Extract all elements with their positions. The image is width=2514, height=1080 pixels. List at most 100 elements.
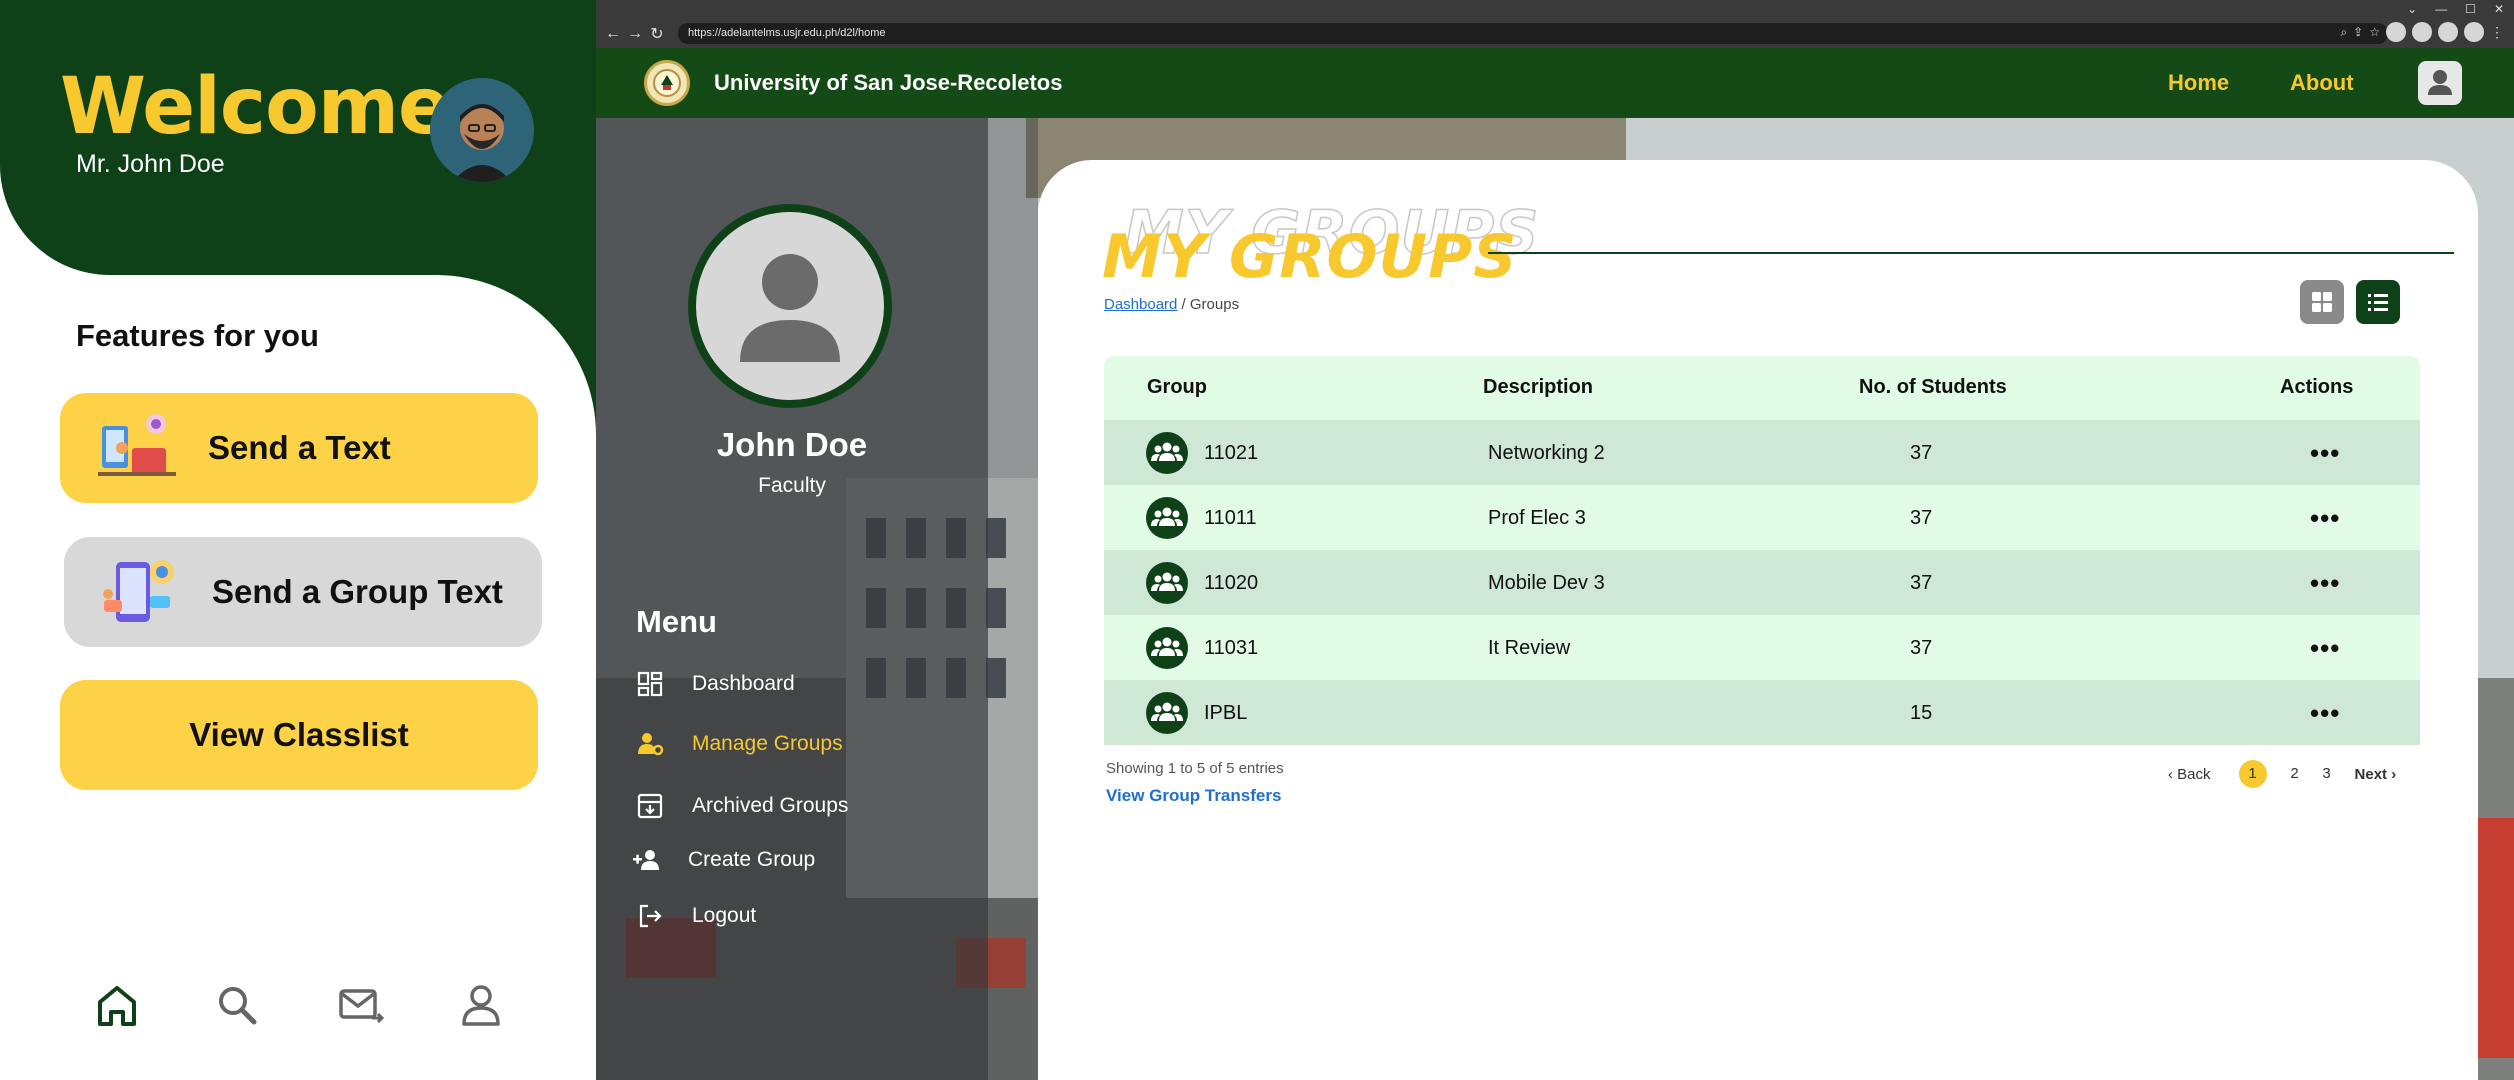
pagination-next[interactable]: Next › (2355, 766, 2397, 783)
address-bar: ← → ↻ https://adelantelms.usjr.edu.ph/d2… (596, 20, 2514, 48)
user-greeting: Mr. John Doe (76, 150, 225, 178)
user-icon (2428, 70, 2452, 95)
menu-item-manage-groups[interactable]: Manage Groups (636, 730, 843, 758)
table-row[interactable]: 11021 Networking 2 37 ••• (1104, 420, 2420, 485)
zoom-icon[interactable]: ⌕ (2340, 25, 2347, 40)
maximize-icon[interactable]: ☐ (2465, 2, 2476, 16)
column-header-description[interactable]: Description (1483, 376, 1593, 399)
star-icon[interactable]: ☆ (2369, 25, 2380, 39)
page-title: MY GROUPS (1102, 222, 1518, 292)
browser-toolbar: ⌕ ⇪ ☆ ⋮ (2340, 22, 2504, 42)
group-code: 11011 (1204, 507, 1257, 529)
more-menu-icon[interactable]: ⋮ (2490, 24, 2504, 41)
view-classlist-button[interactable]: View Classlist (60, 680, 538, 790)
group-description: It Review (1488, 637, 1571, 659)
extension-icon[interactable] (2464, 22, 2484, 42)
row-actions-button[interactable]: ••• (2310, 438, 2340, 469)
group-icon (1146, 627, 1188, 669)
view-classlist-label: View Classlist (189, 716, 409, 753)
list-icon (2368, 294, 2388, 311)
table-row[interactable]: IPBL 15 ••• (1104, 680, 2420, 745)
menu-item-dashboard[interactable]: Dashboard (636, 670, 795, 698)
search-icon[interactable] (212, 980, 262, 1030)
menu-item-logout[interactable]: Logout (636, 902, 756, 930)
mail-icon[interactable] (336, 980, 386, 1030)
nav-about-link[interactable]: About (2290, 70, 2354, 96)
share-icon[interactable]: ⇪ (2353, 25, 2363, 39)
list-view-button[interactable] (2356, 280, 2400, 324)
profile-icon[interactable] (456, 980, 506, 1030)
sidebar: John Doe Faculty Menu Dashboard Manage G… (596, 118, 988, 1080)
minimize-icon[interactable]: — (2435, 2, 2447, 16)
column-header-group[interactable]: Group (1147, 376, 1207, 399)
avatar-illustration (430, 78, 534, 182)
breadcrumb-dashboard-link[interactable]: Dashboard (1104, 296, 1177, 313)
home-icon[interactable] (92, 980, 142, 1030)
menu-item-archived-groups[interactable]: Archived Groups (636, 792, 848, 820)
dashboard-icon (636, 670, 664, 698)
row-actions-button[interactable]: ••• (2310, 503, 2340, 534)
extension-icon[interactable] (2412, 22, 2432, 42)
university-logo[interactable] (644, 60, 690, 106)
table-row[interactable]: 11020 Mobile Dev 3 37 ••• (1104, 550, 2420, 615)
avatar[interactable] (430, 78, 534, 182)
group-icon (1146, 432, 1188, 474)
send-group-text-label: Send a Group Text (212, 573, 503, 610)
group-icon (1146, 562, 1188, 604)
send-group-text-button[interactable]: Send a Group Text (64, 537, 542, 647)
nav-home-link[interactable]: Home (2168, 70, 2229, 96)
send-group-text-icon (100, 554, 184, 630)
view-group-transfers-link[interactable]: View Group Transfers (1106, 786, 1281, 806)
table-header: Group Description No. of Students Action… (1104, 356, 2420, 420)
page-number[interactable]: 2 (2281, 760, 2309, 788)
browser-window: ⌄ — ☐ ✕ ← → ↻ https://adelantelms.usjr.e… (596, 0, 2514, 1080)
page-number[interactable]: 3 (2313, 760, 2341, 788)
breadcrumb: Dashboard / Groups (1104, 296, 1239, 313)
person-placeholder-icon (740, 254, 840, 362)
menu-title: Menu (636, 604, 717, 639)
student-count: 37 (1910, 442, 1933, 464)
menu-item-label: Manage Groups (692, 732, 843, 755)
menu-item-label: Logout (692, 904, 757, 927)
university-name[interactable]: University of San Jose-Recoletos (714, 70, 1062, 96)
site-header: University of San Jose-Recoletos Home Ab… (596, 48, 2514, 118)
row-actions-button[interactable]: ••• (2310, 633, 2340, 664)
group-code: 11020 (1204, 572, 1259, 594)
pagination-back[interactable]: ‹ Back (2168, 766, 2211, 783)
table-row[interactable]: 11011 Prof Elec 3 37 ••• (1104, 485, 2420, 550)
student-count: 15 (1910, 702, 1933, 724)
features-title: Features for you (76, 318, 319, 353)
grid-view-button[interactable] (2300, 280, 2344, 324)
back-arrow-icon[interactable]: ← (602, 25, 624, 43)
table-row[interactable]: 11031 It Review 37 ••• (1104, 615, 2420, 680)
forward-arrow-icon[interactable]: → (624, 25, 646, 43)
send-text-button[interactable]: Send a Text (60, 393, 538, 503)
menu-item-label: Archived Groups (692, 794, 849, 817)
menu-item-create-group[interactable]: Create Group (632, 846, 815, 874)
column-header-students[interactable]: No. of Students (1859, 376, 2007, 399)
logout-icon (636, 902, 664, 930)
group-description: Prof Elec 3 (1488, 507, 1586, 529)
student-count: 37 (1910, 637, 1933, 659)
add-group-icon (632, 846, 660, 874)
group-description: Networking 2 (1488, 442, 1605, 464)
extension-icon[interactable] (2438, 22, 2458, 42)
profile-picture[interactable] (688, 204, 892, 408)
close-icon[interactable]: ✕ (2494, 2, 2504, 16)
grid-icon (2312, 292, 2332, 312)
mobile-app-panel: Welcome Mr. John Doe Features for you Se… (0, 0, 596, 1080)
reload-icon[interactable]: ↻ (646, 24, 668, 44)
chevron-down-icon[interactable]: ⌄ (2407, 2, 2417, 16)
url-input[interactable]: https://adelantelms.usjr.edu.ph/d2l/home (678, 23, 2388, 44)
row-actions-button[interactable]: ••• (2310, 698, 2340, 729)
breadcrumb-current: / Groups (1177, 296, 1240, 313)
extension-icon[interactable] (2386, 22, 2406, 42)
page-number[interactable]: 1 (2238, 760, 2267, 788)
profile-role: Faculty (758, 474, 826, 497)
window-controls: ⌄ — ☐ ✕ (2407, 2, 2504, 16)
row-actions-button[interactable]: ••• (2310, 568, 2340, 599)
column-header-actions: Actions (2280, 376, 2354, 398)
user-menu-button[interactable] (2418, 61, 2462, 105)
menu-item-label: Create Group (688, 848, 816, 871)
menu-item-label: Dashboard (692, 672, 795, 695)
